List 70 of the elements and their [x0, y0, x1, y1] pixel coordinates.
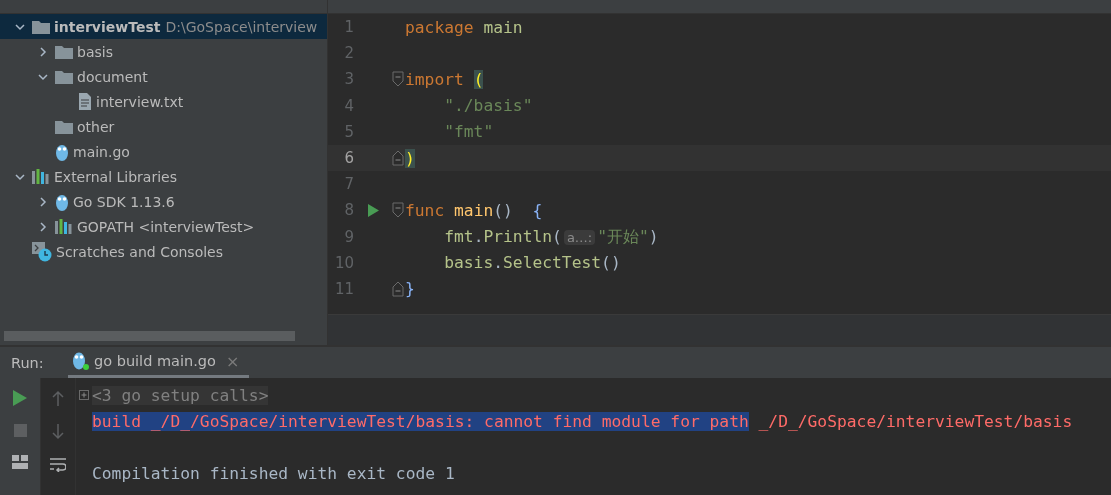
line-number: 11 — [333, 279, 354, 298]
folder-icon — [55, 119, 73, 134]
code-line: "fmt" — [443, 122, 494, 142]
code-line: func main() { — [405, 200, 543, 220]
library-icon — [32, 169, 50, 184]
tree-label: Scratches and Consoles — [56, 243, 223, 260]
folder-icon — [32, 19, 50, 34]
fold-icon[interactable] — [392, 150, 404, 167]
run-icon[interactable] — [367, 203, 379, 217]
line-number: 3 — [343, 70, 354, 89]
run-icon[interactable] — [13, 390, 27, 406]
code-line: "./basis" — [443, 96, 533, 116]
fold-icon[interactable] — [392, 280, 404, 297]
console-line: Compilation finished with exit code 1 — [92, 463, 455, 483]
soft-wrap-icon[interactable] — [50, 458, 66, 472]
code-line: } — [405, 279, 415, 299]
expand-icon[interactable] — [79, 390, 89, 400]
line-number: 4 — [343, 96, 354, 115]
tree-item[interactable]: GOPATH <interviewTest> — [0, 214, 327, 239]
tree-label: External Libraries — [54, 168, 177, 185]
chevron-right-icon[interactable] — [37, 195, 49, 208]
code-line: fmt.Println( a…: "开始") — [443, 225, 659, 248]
console-line: build _/D_/GoSpace/interviewTest/basis: cannot find module for path _/D_/GoSpace/interviewTest/basis — [92, 411, 1073, 431]
tree-item[interactable]: main.go — [0, 139, 327, 164]
tree-label: GOPATH <interviewTest> — [77, 218, 255, 235]
line-number: 10 — [333, 253, 354, 272]
tree-label: other — [77, 118, 115, 135]
line-number: 1 — [343, 18, 354, 37]
tree-item[interactable]: document — [0, 64, 327, 89]
stop-icon[interactable] — [13, 424, 27, 437]
library-icon — [55, 219, 73, 234]
line-number: 7 — [343, 175, 354, 194]
tree-label: main.go — [73, 143, 130, 160]
layout-icon[interactable] — [12, 455, 28, 469]
fold-icon[interactable] — [392, 202, 404, 219]
line-number: 2 — [343, 44, 354, 63]
down-arrow-icon[interactable] — [52, 424, 64, 440]
tree-item[interactable]: basis — [0, 39, 327, 64]
project-path: D:\GoSpace\interview — [165, 18, 318, 35]
up-arrow-icon[interactable] — [52, 390, 64, 406]
folder-icon — [55, 44, 73, 59]
run-label: Run: — [11, 354, 45, 371]
tree-item[interactable]: interviewTest D:\GoSpace\interview — [0, 14, 327, 39]
tree-item[interactable]: interview.txt — [0, 89, 327, 114]
line-number: 8 — [343, 201, 354, 220]
tree-label: basis — [77, 43, 113, 60]
scrollbar-thumb[interactable] — [4, 331, 295, 341]
code-line: import ( — [405, 69, 484, 89]
code-line: package main — [405, 17, 523, 37]
chevron-right-icon[interactable] — [37, 45, 49, 58]
tree-label: Go SDK 1.13.6 — [73, 193, 175, 210]
chevron-right-icon[interactable] — [37, 220, 49, 233]
document-icon — [78, 93, 92, 110]
tree-label: interview.txt — [96, 93, 184, 110]
tree-label: document — [77, 68, 148, 85]
tree-label: interviewTest — [54, 18, 161, 35]
tree-item[interactable]: Scratches and Consoles — [0, 239, 327, 264]
tree-item[interactable]: other — [0, 114, 327, 139]
gopher-icon — [55, 192, 69, 211]
line-number: 5 — [343, 122, 354, 141]
line-number: 9 — [343, 227, 354, 246]
folder-icon — [55, 69, 73, 84]
scratches-icon — [32, 241, 52, 262]
tree-item[interactable]: Go SDK 1.13.6 — [0, 189, 327, 214]
tree-item[interactable]: External Libraries — [0, 164, 327, 189]
line-number: 6 — [343, 149, 354, 168]
gopher-icon — [55, 142, 69, 161]
fold-icon[interactable] — [392, 71, 404, 88]
gopher-run-icon — [72, 351, 90, 371]
code-line: basis.SelectTest() — [443, 253, 621, 273]
